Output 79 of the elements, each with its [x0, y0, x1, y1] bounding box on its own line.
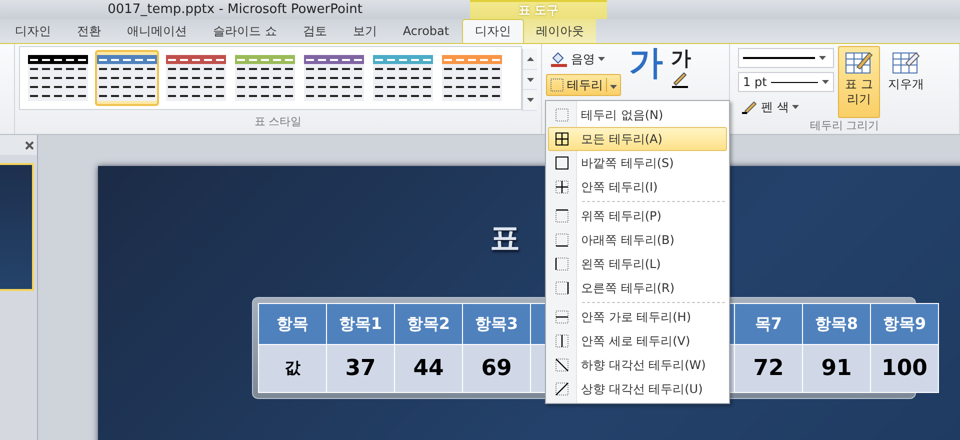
scroll-up-button[interactable] — [523, 49, 537, 70]
caret-icon — [792, 105, 799, 109]
group-label: 표 스타일 — [253, 114, 303, 130]
border-option-icon — [555, 334, 569, 348]
table-header-cell: 항목1 — [326, 304, 394, 344]
border-option-icon — [555, 281, 569, 295]
ribbon-tab[interactable]: Acrobat — [390, 19, 462, 43]
border-option-icon — [555, 108, 569, 122]
table-cell: 100 — [870, 344, 938, 392]
table-header-cell: 항목 — [258, 304, 326, 344]
border-option-icon — [555, 209, 569, 223]
menu-item[interactable]: 모든 테두리(A) — [548, 127, 727, 151]
border-option-icon — [555, 132, 569, 146]
solid-line-icon — [743, 56, 815, 60]
down-arrow-icon — [526, 98, 534, 102]
menu-item[interactable]: 하향 대각선 테두리(W) — [548, 353, 727, 377]
paint-bucket-icon — [550, 51, 568, 67]
shading-button[interactable]: 음영 — [546, 48, 621, 70]
ribbon-tab[interactable]: 디자인 — [2, 19, 64, 43]
menu-item[interactable]: 상향 대각선 테두리(U) — [548, 377, 727, 401]
caret-icon — [598, 57, 605, 61]
menu-item[interactable]: 왼쪽 테두리(L) — [548, 252, 727, 276]
slide-thumbnail[interactable] — [0, 163, 34, 291]
line-weight-dropdown[interactable]: 1 pt — [738, 72, 834, 92]
border-option-icon — [555, 358, 569, 372]
scroll-down-button[interactable] — [523, 70, 537, 90]
border-option-icon — [555, 382, 569, 396]
menu-item[interactable]: 오른쪽 테두리(R) — [548, 276, 727, 300]
ribbon-tab[interactable]: 디자인 — [462, 19, 524, 43]
ribbon-tab[interactable]: 전환 — [64, 19, 114, 43]
text-fill-button[interactable]: 가 — [671, 48, 691, 68]
slide-title: 표 — [490, 220, 520, 258]
menu-item[interactable]: 안쪽 가로 테두리(H) — [548, 305, 727, 329]
pen-outline-icon — [671, 72, 689, 88]
pencil-icon — [742, 100, 758, 114]
table-cell: 44 — [394, 344, 462, 392]
close-icon[interactable] — [25, 140, 34, 150]
caret-icon — [819, 56, 826, 60]
table-cell: 69 — [462, 344, 530, 392]
border-option-icon — [555, 257, 569, 271]
menu-item[interactable]: 안쪽 세로 테두리(V) — [548, 329, 727, 353]
border-grid-icon — [550, 78, 564, 92]
table-style-thumbnail[interactable] — [95, 50, 159, 106]
contextual-tab-header: 표 도구 — [470, 0, 607, 19]
ribbon-tab[interactable]: 슬라이드 쇼 — [200, 19, 290, 43]
menu-item[interactable]: 안쪽 테두리(I) — [548, 175, 727, 199]
ribbon-tab[interactable]: 애니메이션 — [114, 19, 200, 43]
up-arrow-icon — [526, 56, 534, 61]
table-cell: 값 — [258, 344, 326, 392]
caret-icon — [822, 80, 829, 84]
menu-item[interactable]: 위쪽 테두리(P) — [548, 204, 727, 228]
draw-table-button[interactable]: 표 그리기 — [838, 46, 880, 118]
border-option-icon — [555, 310, 569, 324]
menu-item[interactable]: 테두리 없음(N) — [548, 103, 727, 127]
ribbon-tab[interactable]: 보기 — [340, 19, 390, 43]
border-option-icon — [555, 233, 569, 247]
eraser-button[interactable]: 지우개 — [884, 46, 928, 118]
table-header-cell: 항목9 — [870, 304, 938, 344]
caret-icon — [610, 85, 617, 89]
table-cell: 37 — [326, 344, 394, 392]
menu-item[interactable]: 바깥쪽 테두리(S) — [548, 151, 727, 175]
border-option-icon — [555, 180, 569, 194]
table-header-cell: 항목8 — [802, 304, 870, 344]
window-title: 0017_temp.pptx - Microsoft PowerPoint — [106, 1, 364, 19]
line-style-dropdown[interactable] — [738, 48, 834, 68]
pen-color-button[interactable]: 펜 색 — [738, 96, 834, 118]
group-label: 테두리 그리기 — [808, 118, 880, 134]
table-cell: 72 — [734, 344, 802, 392]
table-header-cell: 목7 — [734, 304, 802, 344]
ribbon-tab[interactable]: 레이아웃 — [524, 19, 596, 43]
border-option-icon — [555, 156, 569, 170]
more-button[interactable] — [523, 90, 537, 112]
ribbon-tab[interactable]: 검토 — [290, 19, 340, 43]
down-arrow-icon — [526, 78, 534, 82]
table-header-cell: 항목3 — [462, 304, 530, 344]
menu-item[interactable]: 아래쪽 테두리(B) — [548, 228, 727, 252]
table-cell: 91 — [802, 344, 870, 392]
borders-button[interactable]: 테두리 — [546, 74, 621, 96]
table-header-cell: 항목2 — [394, 304, 462, 344]
